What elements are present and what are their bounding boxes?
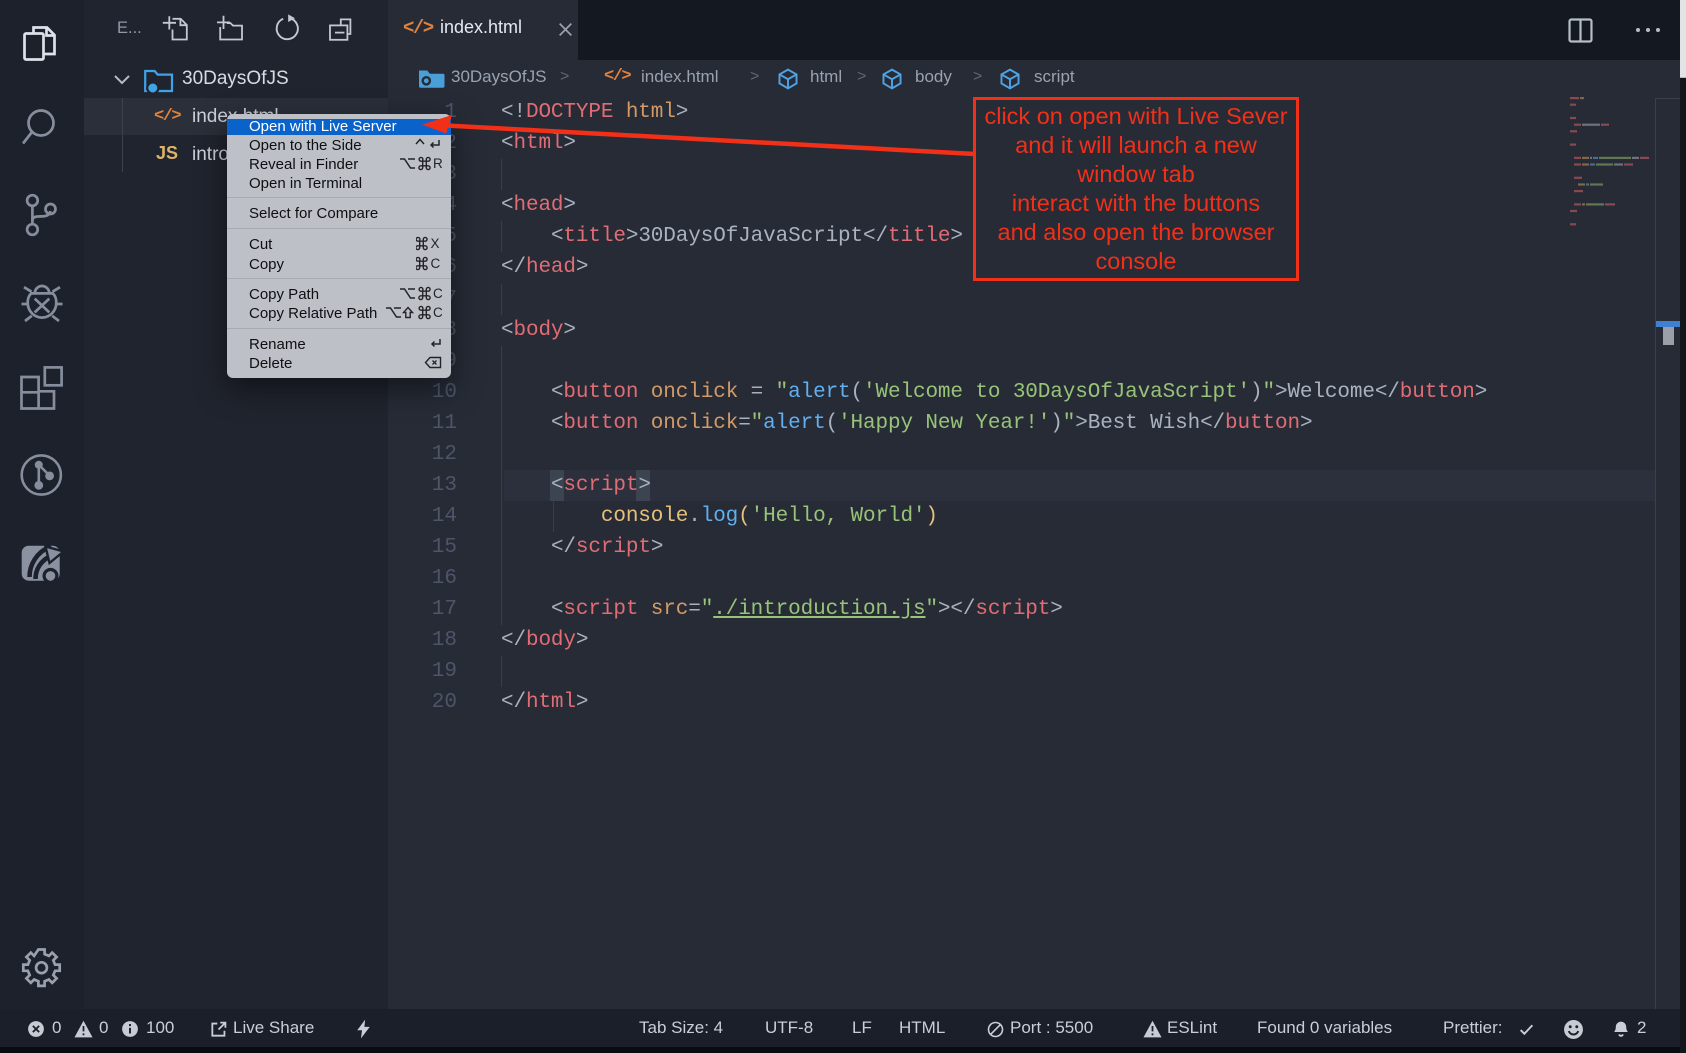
svg-text:R: R [433,156,442,171]
svg-text:C: C [431,256,441,271]
svg-text:C: C [433,305,442,320]
svg-text:C: C [433,286,442,301]
svg-text:X: X [431,236,440,251]
